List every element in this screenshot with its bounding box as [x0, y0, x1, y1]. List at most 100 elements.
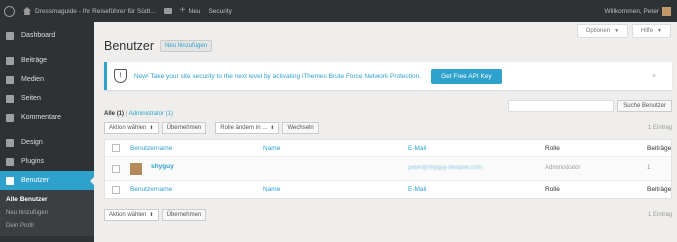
apply-button[interactable]: Übernehmen: [161, 122, 207, 134]
menu-dashboard[interactable]: Dashboard: [0, 26, 94, 45]
menu-label: Benutzer: [21, 177, 50, 184]
menu-label: Seiten: [21, 95, 41, 102]
shield-icon: !: [114, 69, 127, 83]
table-footer: Benutzername Name E-Mail Rolle Beiträge: [105, 181, 671, 198]
search-users-button[interactable]: Suche Benutzer: [617, 100, 672, 112]
site-name-link[interactable]: Dressmaguide - Ihr Reiseführer für Südt.…: [23, 7, 156, 15]
security-link[interactable]: Security: [208, 8, 231, 15]
col-role: Rolle: [545, 186, 560, 193]
home-icon: [23, 7, 31, 15]
avatar: [130, 163, 142, 175]
wordpress-logo-icon[interactable]: [4, 5, 15, 17]
username-link[interactable]: shyguy: [151, 163, 174, 170]
menu-label: Medien: [21, 76, 44, 83]
user-account-menu[interactable]: Willkommen, Peter: [604, 6, 671, 16]
menu-label: Design: [21, 139, 43, 146]
media-icon: [6, 75, 14, 84]
brush-icon: [6, 138, 14, 147]
select-value: Rolle ändern in ...: [220, 125, 268, 131]
title-row: Benutzer Neu hinzufügen: [104, 39, 213, 53]
menu-users[interactable]: Benutzer: [0, 171, 95, 190]
col-posts: Beiträge: [647, 144, 672, 152]
apply-button-bottom[interactable]: Übernehmen: [161, 209, 207, 221]
close-icon[interactable]: ×: [652, 73, 656, 80]
menu-label: Beiträge: [21, 57, 48, 64]
menu-design[interactable]: Design: [0, 133, 94, 152]
admin-sidebar: Dashboard Beiträge Medien Seiten Komment…: [0, 22, 95, 242]
menu-label: Kommentare: [21, 114, 62, 121]
menu-media[interactable]: Medien: [0, 70, 94, 89]
change-role-select[interactable]: Rolle ändern in ... ⬍: [215, 122, 280, 134]
admin-bar: Dressmaguide - Ihr Reiseführer für Südt.…: [0, 0, 677, 22]
filter-administrator[interactable]: Administrator (1): [129, 111, 173, 117]
search-box: Suche Benutzer: [508, 100, 672, 112]
select-arrows-icon: ⬍: [149, 125, 154, 131]
row-checkbox[interactable]: [112, 164, 120, 173]
select-all-checkbox[interactable]: [112, 144, 120, 152]
col-posts: Beiträge: [647, 186, 672, 193]
table-header: Benutzername Name E-Mail Rolle Beiträge: [105, 140, 671, 157]
col-role: Rolle: [545, 144, 560, 152]
chevron-down-icon: ▼: [657, 28, 662, 34]
new-label: Neu: [188, 7, 201, 15]
menu-comments[interactable]: Kommentare: [0, 108, 94, 127]
add-new-user-button[interactable]: Neu hinzufügen: [160, 40, 213, 52]
items-count-bottom: 1 Eintrag: [647, 212, 672, 218]
users-submenu: Alle Benutzer Neu hinzufügen Dein Profil: [0, 190, 94, 236]
filter-count: (1): [165, 111, 173, 117]
filter-label: Alle: [104, 111, 116, 117]
filter-count: (1): [116, 111, 125, 117]
posts-count-link[interactable]: 1: [647, 165, 650, 171]
submenu-add-new[interactable]: Neu hinzufügen: [0, 206, 94, 219]
col-username[interactable]: Benutzername: [130, 186, 172, 193]
col-username[interactable]: Benutzername: [130, 145, 172, 152]
dashboard-icon: [6, 31, 14, 40]
user-icon: [6, 176, 14, 185]
email-link[interactable]: peter@shyguy-beispiel.com: [408, 165, 482, 171]
user-avatar-small: [662, 6, 671, 16]
comments-link[interactable]: [163, 8, 172, 14]
role-filter-links: Alle (1) | Administrator (1): [104, 111, 173, 117]
get-api-key-button[interactable]: Get Free API Key: [431, 68, 502, 84]
pin-icon: [6, 56, 14, 65]
chevron-down-icon: ▼: [614, 28, 620, 34]
new-content-link[interactable]: + Neu: [180, 6, 201, 16]
select-value: Aktion wählen: [109, 125, 147, 131]
role-cell: Administrator: [545, 165, 581, 171]
site-title: Dressmaguide - Ihr Reiseführer für Südt.…: [35, 7, 156, 15]
plug-icon: [6, 157, 14, 166]
notice-text: New! Take your site security to the next…: [134, 72, 422, 80]
plus-icon: +: [179, 5, 186, 16]
help-tab[interactable]: Hilfe ▼: [632, 24, 671, 38]
col-name[interactable]: Name: [263, 145, 280, 152]
users-table: Benutzername Name E-Mail Rolle Beiträge …: [104, 139, 672, 199]
submenu-your-profile[interactable]: Dein Profil: [0, 219, 94, 232]
menu-plugins[interactable]: Plugins: [0, 152, 94, 171]
menu-pages[interactable]: Seiten: [0, 89, 94, 108]
menu-posts[interactable]: Beiträge: [0, 51, 94, 70]
select-value: Aktion wählen: [109, 212, 147, 218]
bulk-action-select[interactable]: Aktion wählen ⬍: [104, 122, 159, 134]
submenu-all-users[interactable]: Alle Benutzer: [0, 193, 94, 206]
screen-options-tab[interactable]: Optionen ▼: [576, 24, 629, 38]
comment-icon: [6, 113, 14, 122]
select-arrows-icon: ⬍: [149, 212, 154, 218]
page-title: Benutzer: [104, 39, 155, 53]
filter-all[interactable]: Alle (1): [104, 111, 124, 117]
menu-label: Plugins: [21, 158, 44, 165]
col-email[interactable]: E-Mail: [408, 186, 426, 193]
search-input[interactable]: [508, 100, 615, 112]
col-email[interactable]: E-Mail: [408, 145, 426, 152]
main-content: Optionen ▼ Hilfe ▼ Benutzer Neu hinzufüg…: [94, 22, 677, 242]
change-role-button[interactable]: Wechseln: [282, 122, 319, 134]
select-all-checkbox-footer[interactable]: [112, 185, 120, 194]
bulk-action-select-bottom[interactable]: Aktion wählen ⬍: [104, 209, 159, 221]
col-name[interactable]: Name: [263, 186, 280, 193]
select-arrows-icon: ⬍: [270, 125, 275, 131]
menu-label: Dashboard: [21, 32, 56, 39]
greeting-text: Willkommen, Peter: [604, 7, 659, 15]
pages-icon: [6, 94, 14, 103]
tab-label: Optionen: [585, 28, 611, 34]
tab-label: Hilfe: [641, 28, 654, 34]
security-notice: ! New! Take your site security to the ne…: [104, 62, 672, 90]
